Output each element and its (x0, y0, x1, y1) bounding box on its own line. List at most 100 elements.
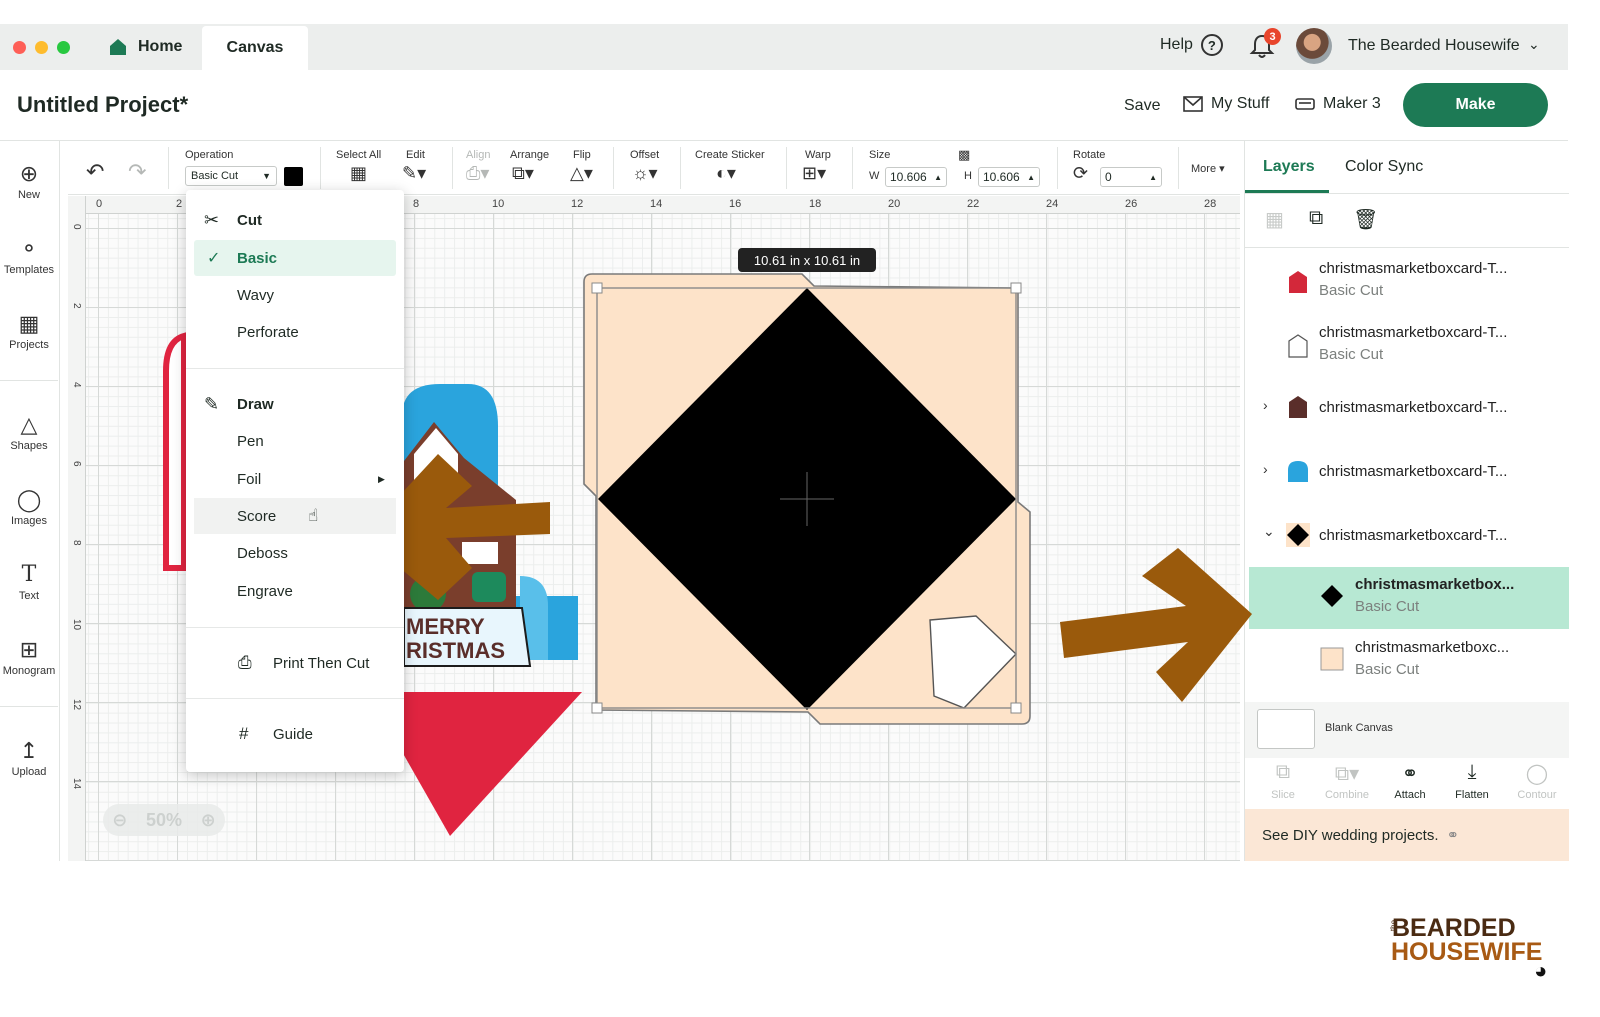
layer-operation: Basic Cut (1319, 282, 1384, 299)
width-input[interactable]: 10.606 ▲ (885, 167, 947, 187)
menu-item-basic[interactable]: ✓ Basic (194, 240, 396, 276)
zoom-level: 50% (145, 809, 183, 830)
layer-row[interactable]: › christmasmarketboxcard-T... (1249, 443, 1569, 505)
left-tool-text[interactable]: T Text (0, 562, 58, 602)
layer-row[interactable]: christmasmarketboxcard-T... Basic Cut (1249, 315, 1569, 377)
attach-icon: ⚭ (1401, 763, 1419, 785)
operation-select[interactable]: Basic Cut ▼ (185, 166, 277, 186)
menu-item-print-then-cut[interactable]: ⎙ Print Then Cut (186, 645, 404, 681)
align-icon[interactable]: ⎙▾ (466, 163, 489, 184)
left-tool-shapes[interactable]: △ Shapes (0, 412, 58, 452)
layer-row[interactable]: › christmasmarketboxcard-T... (1249, 379, 1569, 441)
left-tool-monogram[interactable]: ⊞ Monogram (0, 637, 58, 677)
layer-row[interactable]: christmasmarketboxc... Basic Cut (1249, 630, 1569, 692)
red-arch-shape[interactable] (163, 332, 187, 571)
left-tool-new[interactable]: ⊕ New (0, 161, 58, 201)
blank-canvas-row[interactable]: Blank Canvas (1245, 702, 1569, 758)
undo-icon[interactable]: ↶ (86, 159, 104, 185)
redo-icon[interactable]: ↷ (128, 159, 146, 185)
zoom-out-icon[interactable]: ⊖ (112, 810, 127, 831)
layer-thumb-shape (1288, 334, 1308, 358)
offset-icon[interactable]: ☼▾ (632, 163, 658, 184)
operation-color-swatch[interactable] (284, 167, 303, 186)
rotate-input[interactable]: 0 ▲ (1100, 167, 1162, 187)
trash-icon[interactable]: 🗑 (1353, 207, 1378, 232)
selection-handle[interactable] (1010, 282, 1022, 294)
group-icon[interactable]: ▦ (1265, 207, 1284, 232)
panel-divider (1245, 247, 1569, 248)
help-button[interactable]: Help ? (1160, 34, 1223, 56)
stepper-icon[interactable]: ▲ (1027, 173, 1035, 182)
chevron-down-icon[interactable]: ⌄ (1263, 523, 1275, 540)
ruler-tick-label: 18 (809, 198, 822, 210)
sticker-icon[interactable]: ◐▾ (716, 163, 736, 184)
height-input[interactable]: 10.606 ▲ (978, 167, 1040, 187)
menu-item-label: Engrave (237, 582, 293, 600)
rotate-icon[interactable]: ⟳ (1073, 163, 1088, 184)
chevron-right-icon[interactable]: › (1263, 397, 1268, 413)
left-tool-upload[interactable]: ↥ Upload (0, 738, 58, 778)
menu-item-foil[interactable]: Foil ▶ (186, 461, 404, 497)
layer-row[interactable]: christmasmarketboxcard-T... Basic Cut (1249, 251, 1569, 313)
stepper-icon[interactable]: ▲ (1149, 173, 1157, 182)
caret-down-icon: ▼ (262, 171, 271, 181)
flatten-button[interactable]: ⤓ Flatten (1442, 761, 1502, 801)
tab-canvas[interactable]: Canvas (202, 26, 308, 70)
menu-item-deboss[interactable]: Deboss (186, 535, 404, 571)
house-door-shape[interactable] (462, 542, 498, 564)
save-button[interactable]: Save (1124, 97, 1160, 115)
duplicate-icon[interactable]: ⧉ (1309, 207, 1323, 230)
ruler-tick-label: 28 (1204, 198, 1217, 210)
menu-item-wavy[interactable]: Wavy (186, 277, 404, 313)
size-tooltip: 10.61 in x 10.61 in (738, 248, 876, 272)
plus-circle-icon: ⊕ (19, 161, 39, 186)
shirt-icon: ⚬ (19, 236, 39, 261)
my-stuff-button[interactable]: My Stuff (1183, 95, 1269, 113)
layer-row-selected[interactable]: christmasmarketbox... Basic Cut (1249, 567, 1569, 629)
zoom-control[interactable]: ⊖ 50% ⊕ (103, 804, 225, 836)
ruler-tick-label: 2 (71, 303, 82, 309)
minimize-window-button[interactable] (35, 41, 48, 54)
selection-handle[interactable] (1010, 702, 1022, 714)
zoom-window-button[interactable] (57, 41, 70, 54)
menu-item-engrave[interactable]: Engrave (186, 573, 404, 609)
stepper-icon[interactable]: ▲ (934, 173, 942, 182)
pencil-icon[interactable]: ✎▾ (402, 163, 426, 184)
tab-home[interactable]: Home (96, 24, 202, 70)
attach-button[interactable]: ⚭ Attach (1380, 761, 1440, 801)
menu-item-pen[interactable]: Pen (186, 423, 404, 459)
chevron-down-icon[interactable]: ⌄ (1528, 36, 1540, 53)
menu-item-perforate[interactable]: Perforate (186, 314, 404, 350)
menu-item-score[interactable]: Score ☝ (194, 498, 396, 534)
left-tool-templates[interactable]: ⚬ Templates (0, 236, 58, 276)
arrange-icon[interactable]: ⧉▾ (512, 163, 534, 184)
flip-icon[interactable]: △▾ (570, 163, 593, 184)
user-name[interactable]: The Bearded Housewife (1348, 37, 1520, 55)
close-window-button[interactable] (13, 41, 26, 54)
slice-button[interactable]: ⧉ Slice (1253, 761, 1313, 801)
avatar[interactable] (1296, 28, 1332, 64)
tab-color-sync[interactable]: Color Sync (1345, 158, 1423, 176)
promo-banner[interactable]: See DIY wedding projects. ⚭ (1245, 809, 1569, 861)
machine-selector[interactable]: Maker 3 (1295, 95, 1381, 113)
left-tool-projects[interactable]: ▦ Projects (0, 311, 58, 351)
menu-item-label: Wavy (237, 286, 274, 304)
make-button[interactable]: Make (1403, 83, 1548, 127)
left-tool-images[interactable]: ◯ Images (0, 487, 58, 527)
more-button[interactable]: More ▾ (1191, 162, 1225, 175)
tab-layers[interactable]: Layers (1263, 158, 1315, 176)
zoom-in-icon[interactable]: ⊕ (201, 810, 216, 831)
selection-handle[interactable] (591, 282, 603, 294)
menu-item-guide[interactable]: # Guide (186, 716, 404, 752)
chevron-right-icon[interactable]: › (1263, 461, 1268, 477)
layer-row[interactable]: ⌄ christmasmarketboxcard-T... (1249, 507, 1569, 569)
combine-button[interactable]: ⧉▾ Combine (1317, 761, 1377, 801)
selection-handle[interactable] (591, 702, 603, 714)
warp-icon[interactable]: ⊞▾ (802, 163, 826, 184)
select-all-icon[interactable]: ▦ (350, 163, 367, 184)
lock-icon[interactable]: ▩ (958, 147, 970, 163)
house-sign-shape[interactable] (472, 572, 506, 602)
blank-canvas-swatch[interactable] (1257, 709, 1315, 749)
flatten-icon: ⤓ (1467, 761, 1477, 783)
contour-button[interactable]: ◯ Contour (1507, 761, 1567, 801)
